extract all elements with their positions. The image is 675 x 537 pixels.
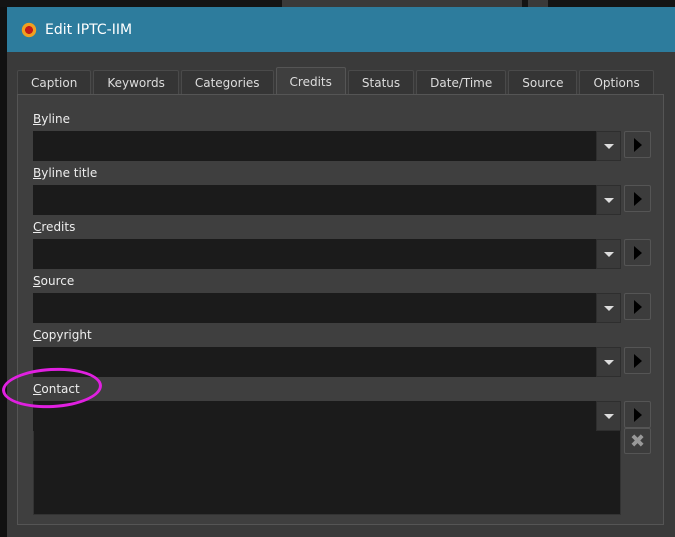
chevron-down-icon[interactable] (596, 401, 621, 431)
tab-keywords[interactable]: Keywords (93, 70, 179, 95)
title-bar: Edit IPTC-IIM (7, 7, 675, 52)
accelerator-key: B (33, 166, 42, 180)
copyright-insert-button[interactable] (624, 347, 651, 374)
edit-iptc-dialog: Edit IPTC-IIM Caption Keywords Categorie… (7, 7, 675, 537)
field-contact: Contact (33, 382, 653, 431)
field-byline: Byline (33, 112, 653, 161)
clear-contact-button[interactable]: ✖ (624, 428, 651, 454)
byline-title-combobox[interactable] (33, 185, 621, 215)
copyright-combobox[interactable] (33, 347, 621, 377)
source-combobox[interactable] (33, 293, 621, 323)
label-text: redits (41, 220, 76, 234)
clear-icon: ✖ (629, 430, 646, 452)
label-text: ource (40, 274, 75, 288)
tab-date-time[interactable]: Date/Time (416, 70, 507, 95)
chevron-down-icon[interactable] (596, 347, 621, 377)
taskbar-strip (0, 0, 675, 7)
label-text: yline (41, 112, 70, 126)
contact-combobox[interactable] (33, 401, 621, 431)
copyright-label: Copyright (33, 328, 653, 344)
field-copyright: Copyright (33, 328, 653, 377)
byline-title-insert-button[interactable] (624, 185, 651, 212)
chevron-down-icon[interactable] (596, 185, 621, 215)
chevron-down-icon[interactable] (596, 131, 621, 161)
tab-source[interactable]: Source (508, 70, 578, 95)
chevron-down-icon[interactable] (596, 293, 621, 323)
tab-bar: Caption Keywords Categories Credits Stat… (17, 67, 654, 95)
chevron-down-icon[interactable] (596, 239, 621, 269)
label-text: opyright (41, 328, 92, 342)
field-source: Source (33, 274, 653, 323)
app-logo-icon (20, 20, 38, 39)
contact-list[interactable] (33, 429, 621, 515)
byline-label: Byline (33, 112, 653, 128)
tab-options[interactable]: Options (579, 70, 654, 95)
source-label: Source (33, 274, 653, 290)
credits-insert-button[interactable] (624, 239, 651, 266)
credits-combobox[interactable] (33, 239, 621, 269)
tab-caption[interactable]: Caption (17, 70, 92, 95)
tab-credits[interactable]: Credits (275, 67, 346, 95)
source-insert-button[interactable] (624, 293, 651, 320)
byline-combobox[interactable] (33, 131, 621, 161)
byline-insert-button[interactable] (624, 131, 651, 158)
credits-panel: ✖ Byline Byline title Credits Source Cop… (17, 94, 664, 525)
tab-categories[interactable]: Categories (180, 70, 274, 95)
accelerator-key: B (33, 112, 42, 126)
label-text: yline title (41, 166, 98, 180)
accelerator-key: S (33, 274, 41, 288)
tab-status[interactable]: Status (347, 70, 415, 95)
window-title: Edit IPTC-IIM (45, 21, 133, 38)
credits-label: Credits (33, 220, 653, 236)
field-byline-title: Byline title (33, 166, 653, 215)
taskbar-item (528, 0, 548, 7)
taskbar-item (282, 0, 522, 7)
byline-title-label: Byline title (33, 166, 653, 182)
field-credits: Credits (33, 220, 653, 269)
contact-insert-button[interactable] (624, 401, 651, 428)
contact-label: Contact (33, 382, 653, 398)
